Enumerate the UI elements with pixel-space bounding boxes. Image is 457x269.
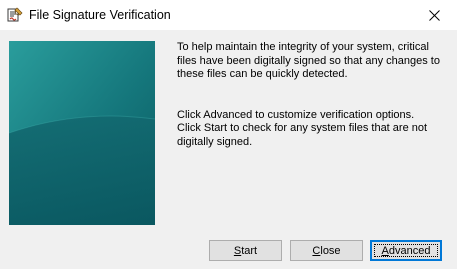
description-text: To help maintain the integrity of your s… — [177, 41, 449, 150]
dialog-window: File Signature Verification To help main… — [0, 0, 457, 269]
close-button[interactable]: Close — [290, 240, 363, 261]
title-bar[interactable]: File Signature Verification — [0, 0, 457, 30]
advanced-instruction: Click Advanced to customize verification… — [177, 108, 415, 121]
wizard-banner-image — [9, 41, 155, 225]
close-icon — [428, 9, 440, 21]
start-button[interactable]: Start — [209, 240, 282, 261]
integrity-paragraph: To help maintain the integrity of your s… — [177, 41, 440, 81]
start-instruction: Click Start to check for any system file… — [177, 122, 428, 148]
close-button-label: Close — [312, 244, 341, 257]
advanced-button-label: Advanced — [381, 244, 431, 257]
start-button-label: Start — [233, 244, 258, 257]
advanced-button[interactable]: Advanced — [370, 240, 442, 261]
signature-verification-icon — [7, 7, 23, 23]
close-window-button[interactable] — [411, 0, 457, 30]
window-title: File Signature Verification — [29, 8, 171, 22]
instructions-paragraph: Click Advanced to customize verification… — [177, 109, 449, 150]
